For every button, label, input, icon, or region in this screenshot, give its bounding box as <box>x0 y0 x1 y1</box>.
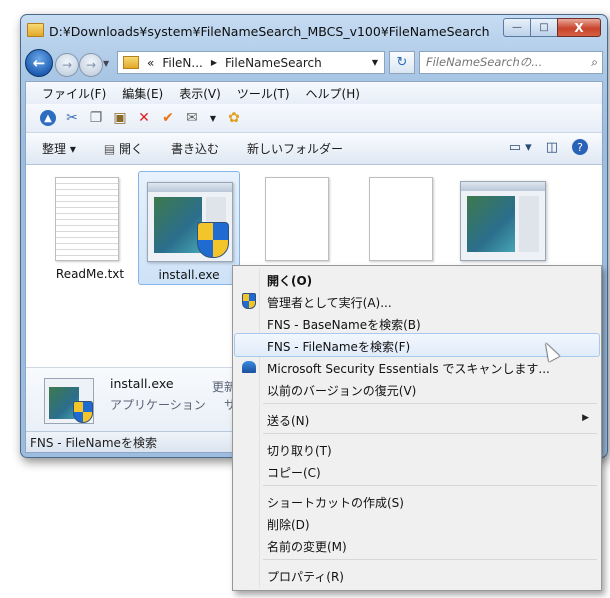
menu-edit[interactable]: 編集(E) <box>122 85 163 102</box>
search-icon[interactable]: ⌕ <box>591 55 598 70</box>
menu-separator <box>263 485 597 486</box>
preview-pane-icon[interactable]: ◫ <box>546 140 558 155</box>
menu-file[interactable]: ファイル(F) <box>42 85 106 102</box>
menu-restore-versions[interactable]: 以前のバージョンの復元(V) <box>235 378 599 400</box>
menu-item-label: FNS - BaseNameを検索(B) <box>267 318 421 332</box>
menu-delete[interactable]: 削除(D) <box>235 512 599 534</box>
menu-separator <box>263 559 597 560</box>
forward-button-2[interactable]: → <box>79 53 103 77</box>
open-label: 開く <box>119 142 144 156</box>
color-icon[interactable]: ✿ <box>226 110 242 126</box>
command-bar: 整理 ▾ ▤ 開く 書き込む 新しいフォルダー ▭ ▾ ◫ ? <box>26 133 602 165</box>
forward-button[interactable]: → <box>55 53 79 77</box>
folder-icon <box>123 56 139 69</box>
menu-item-label: 削除(D) <box>267 518 310 532</box>
file-item-selected[interactable]: install.exe <box>138 171 240 285</box>
menu-copy[interactable]: コピー(C) <box>235 460 599 482</box>
menu-item-label: Microsoft Security Essentials でスキャンします..… <box>267 362 550 376</box>
window-controls: — □ X <box>503 18 601 37</box>
window-title: D:¥Downloads¥system¥FileNameSearch_MBCS_… <box>49 24 490 39</box>
submenu-arrow-icon: ▶ <box>582 413 589 423</box>
menu-item-label: 切り取り(T) <box>267 444 332 458</box>
close-button[interactable]: X <box>557 18 601 37</box>
recent-pages-dropdown-icon[interactable]: ▼ <box>103 59 109 68</box>
menu-tools[interactable]: ツール(T) <box>237 85 290 102</box>
menu-item-label: 名前の変更(M) <box>267 540 347 554</box>
cut-icon[interactable]: ✂ <box>64 110 80 126</box>
details-file-name: install.exe <box>110 376 174 391</box>
copy-icon[interactable]: ❐ <box>88 110 104 126</box>
delete-icon[interactable]: ✕ <box>136 110 152 126</box>
file-name: ReadMe.txt <box>55 267 125 281</box>
open-button[interactable]: ▤ 開く <box>104 140 143 157</box>
refresh-button[interactable]: ↻ <box>389 51 415 74</box>
menu-send-to[interactable]: 送る(N) ▶ <box>235 408 599 430</box>
menu-mse-scan[interactable]: Microsoft Security Essentials でスキャンします..… <box>235 356 599 378</box>
email-icon[interactable]: ✉ <box>184 110 200 126</box>
up-icon[interactable]: ▲ <box>40 110 56 126</box>
menu-open[interactable]: 開く(O) <box>235 268 599 290</box>
menu-rename[interactable]: 名前の変更(M) <box>235 534 599 556</box>
application-icon <box>460 181 546 261</box>
menu-item-label: 管理者として実行(A)... <box>267 296 392 310</box>
view-controls: ▭ ▾ ◫ ? <box>509 139 602 155</box>
menu-separator <box>263 403 597 404</box>
paste-icon[interactable]: ▣ <box>112 110 128 126</box>
uac-shield-icon <box>73 401 93 423</box>
menu-separator <box>263 433 597 434</box>
menu-bar: ファイル(F) 編集(E) 表示(V) ツール(T) ヘルプ(H) <box>26 82 602 104</box>
menu-item-label: 送る(N) <box>267 414 310 428</box>
details-file-type: アプリケーション <box>110 398 206 412</box>
menu-create-shortcut[interactable]: ショートカットの作成(S) <box>235 490 599 512</box>
text-file-icon <box>55 177 119 261</box>
menu-fns-basename[interactable]: FNS - BaseNameを検索(B) <box>235 312 599 334</box>
address-bar[interactable]: « FileN... ▶ FileNameSearch ▼ <box>117 51 385 74</box>
chevron-down-icon[interactable]: ▼ <box>372 58 378 67</box>
folder-icon <box>27 23 44 37</box>
file-item[interactable]: ReadMe.txt <box>40 171 140 283</box>
address-segment-1[interactable]: FileN... <box>162 56 203 70</box>
navigation-bar: ← → → ▼ « FileN... ▶ FileNameSearch ▼ ↻ … <box>21 47 607 79</box>
menu-item-label: FNS - FileNameを検索(F) <box>267 340 411 354</box>
file-name: install.exe <box>158 268 220 282</box>
context-menu: 開く(O) 管理者として実行(A)... FNS - BaseNameを検索(B… <box>232 265 602 591</box>
search-input[interactable] <box>420 52 576 71</box>
menu-item-label: コピー(C) <box>267 466 321 480</box>
organize-button[interactable]: 整理 ▾ <box>42 140 76 157</box>
shield-icon <box>241 293 257 309</box>
address-segment-2[interactable]: FileNameSearch <box>225 56 322 70</box>
mse-icon <box>241 359 257 375</box>
address-prefix[interactable]: « <box>147 56 154 70</box>
menu-item-label: ショートカットの作成(S) <box>267 496 404 510</box>
menu-item-label: プロパティ(R) <box>267 570 344 584</box>
maximize-button[interactable]: □ <box>530 18 557 37</box>
check-icon[interactable]: ✔ <box>160 110 176 126</box>
uac-shield-icon <box>197 222 229 258</box>
menu-run-as-admin[interactable]: 管理者として実行(A)... <box>235 290 599 312</box>
blank-file-icon <box>265 177 329 261</box>
menu-view[interactable]: 表示(V) <box>179 85 221 102</box>
menu-help[interactable]: ヘルプ(H) <box>306 85 360 102</box>
status-text: FNS - FileNameを検索 <box>30 435 157 450</box>
burn-button[interactable]: 書き込む <box>171 140 219 157</box>
new-folder-button[interactable]: 新しいフォルダー <box>247 140 343 157</box>
dropdown-icon[interactable]: ▼ <box>208 110 218 126</box>
icon-toolbar: ▲ ✂ ❐ ▣ ✕ ✔ ✉ ▼ ✿ <box>26 104 602 133</box>
search-box[interactable]: ⌕ <box>419 51 603 74</box>
title-bar[interactable]: D:¥Downloads¥system¥FileNameSearch_MBCS_… <box>21 15 607 45</box>
help-icon[interactable]: ? <box>572 139 588 155</box>
menu-cut[interactable]: 切り取り(T) <box>235 438 599 460</box>
minimize-button[interactable]: — <box>503 18 530 37</box>
open-icon: ▤ <box>103 142 119 156</box>
application-icon <box>44 378 94 424</box>
menu-properties[interactable]: プロパティ(R) <box>235 564 599 586</box>
menu-item-label: 以前のバージョンの復元(V) <box>267 384 417 398</box>
blank-file-icon <box>369 177 433 261</box>
back-button[interactable]: ← <box>25 49 53 77</box>
menu-item-label: 開く(O) <box>267 274 313 288</box>
views-icon[interactable]: ▭ ▾ <box>509 140 532 155</box>
chevron-right-icon[interactable]: ▶ <box>211 58 217 67</box>
